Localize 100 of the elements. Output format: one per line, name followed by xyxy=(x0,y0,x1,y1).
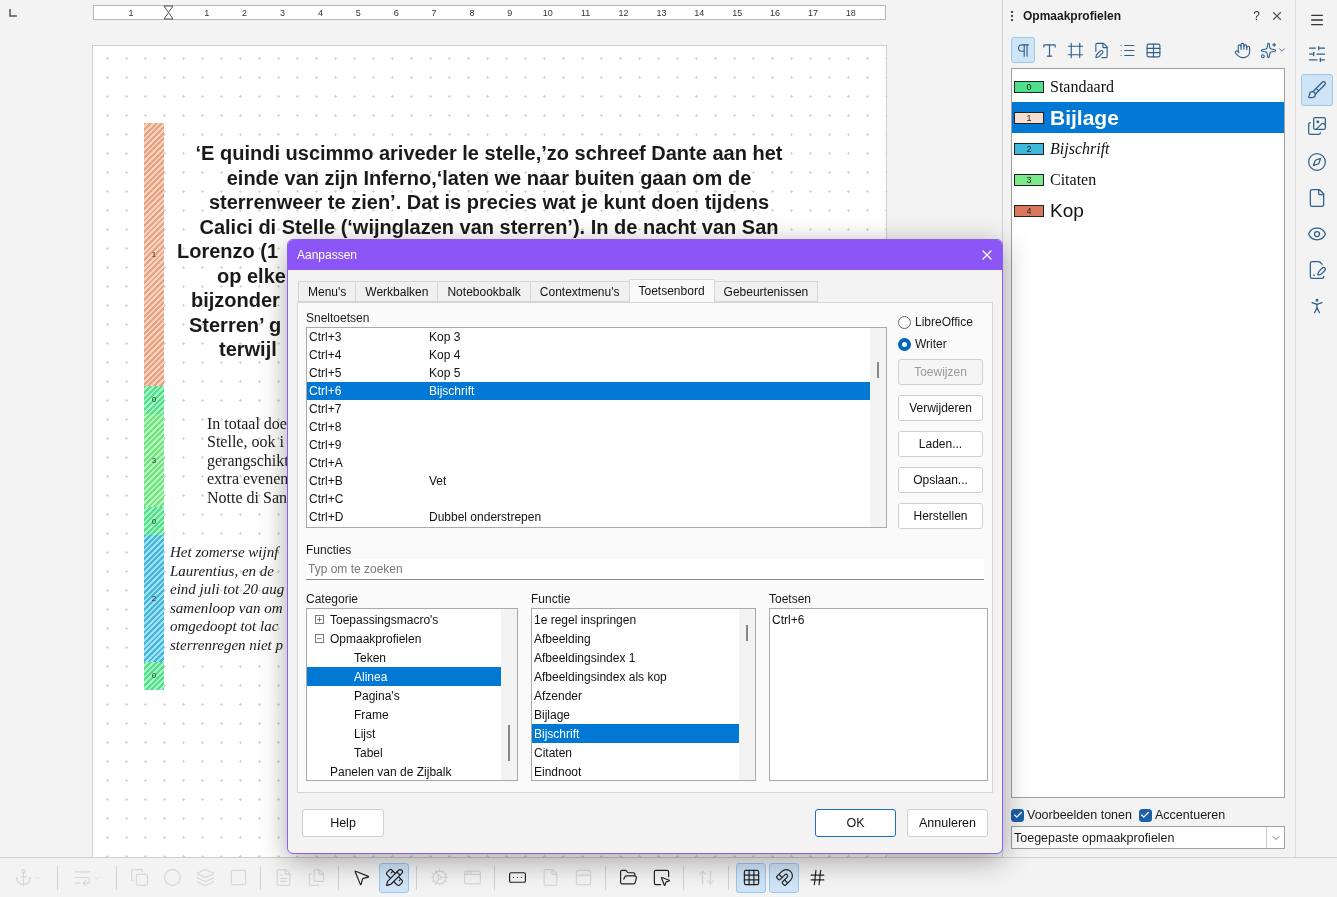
tree-item[interactable]: Toepassingsmacro's xyxy=(307,610,501,629)
tab[interactable]: Contextmenu's xyxy=(529,281,630,302)
action-button[interactable]: Herstellen xyxy=(898,503,983,529)
paragraph-line: omgedoopt tot lac xyxy=(170,617,279,636)
shortcut-row[interactable]: Ctrl+C xyxy=(307,490,870,508)
function-item[interactable]: Bijlage xyxy=(532,705,739,724)
tab[interactable]: Menu's xyxy=(298,281,357,302)
style-item[interactable]: 1 Bijlage xyxy=(1012,102,1284,133)
ruler-number: 12 xyxy=(617,7,630,18)
tree-item[interactable]: Opmaakprofielen xyxy=(307,629,501,648)
key-item[interactable]: Ctrl+6 xyxy=(770,610,970,629)
tree-item[interactable]: Tabel xyxy=(307,743,501,762)
style-item[interactable]: 3 Citaten xyxy=(1012,164,1284,195)
search-field[interactable]: Typ om te zoeken xyxy=(306,559,984,580)
hand-icon xyxy=(1233,41,1251,59)
function-item[interactable]: Afbeelding xyxy=(532,629,739,648)
function-item[interactable]: Afbeeldingsindex als kop xyxy=(532,667,739,686)
ruler-number: 1 xyxy=(127,7,135,18)
shortcut-row[interactable]: Ctrl+5 Kop 5 xyxy=(307,364,870,382)
function-item[interactable]: Bijschrift xyxy=(532,724,739,743)
deck-tab[interactable] xyxy=(1300,74,1333,106)
paragraph-line: terwijl xyxy=(219,337,277,362)
tab[interactable]: Gebeurtenissen xyxy=(713,281,819,302)
checkbox[interactable] xyxy=(1011,808,1024,822)
shortcut-row[interactable]: Ctrl+D Dubbel onderstrepen xyxy=(307,508,870,526)
tree-item[interactable]: Panelen van de Zijbalk xyxy=(307,762,501,780)
tree-item[interactable]: Frame xyxy=(307,705,501,724)
paragraph-line: ‘E quindi uscimmo ariveder le stelle,’zo schreef Dante aan het xyxy=(195,141,783,166)
style-family-button[interactable] xyxy=(1011,37,1035,63)
list-label: Toetsen xyxy=(769,592,813,608)
tree-item[interactable]: Teken xyxy=(307,648,501,667)
checkbox-label: Voorbeelden tonen xyxy=(1027,808,1132,822)
scrollbar[interactable] xyxy=(870,328,886,527)
shortcut-row[interactable]: Ctrl+7 xyxy=(307,400,870,418)
ruler-number: 16 xyxy=(769,7,782,18)
indent-marker-icon[interactable] xyxy=(163,5,175,20)
action-button[interactable]: Laden... xyxy=(898,431,983,457)
ruler-number: 7 xyxy=(430,7,438,18)
list-label: Sneltoetsen xyxy=(306,311,371,327)
style-badge: 0 xyxy=(1014,80,1044,93)
function-item[interactable]: Eindnoot xyxy=(532,762,739,780)
style-badge: 3 xyxy=(1014,173,1044,186)
toolbar-button[interactable] xyxy=(736,862,766,893)
filter-dropdown[interactable]: Toegepaste opmaakprofielen xyxy=(1011,826,1285,849)
list-label: Functie xyxy=(531,592,572,608)
function-item[interactable]: Afbeeldingsindex 1 xyxy=(532,648,739,667)
paragraph-line: Sterren’ g xyxy=(189,312,282,337)
dialog-button[interactable]: Help xyxy=(302,809,384,837)
field-label: Functies xyxy=(306,543,353,559)
style-item[interactable]: 0 Standaard xyxy=(1012,71,1284,102)
checkbox[interactable] xyxy=(1138,808,1152,822)
list-label: Categorie xyxy=(306,592,360,608)
tree-item[interactable]: Alinea xyxy=(307,667,501,686)
page-pen-icon xyxy=(1092,41,1110,59)
sliders-icon xyxy=(1306,44,1327,64)
tab-stop-icon[interactable] xyxy=(9,8,17,17)
shortcut-row[interactable]: Ctrl+3 Kop 3 xyxy=(307,328,870,346)
dialog-button[interactable]: OK xyxy=(815,809,896,837)
expand-icon[interactable] xyxy=(315,615,324,624)
ruler-number: 18 xyxy=(844,7,857,18)
dialog-button[interactable]: Annuleren xyxy=(907,809,988,837)
shortcut-row[interactable]: Ctrl+6 Bijschrift xyxy=(307,382,870,400)
shortcut-row[interactable]: Ctrl+4 Kop 4 xyxy=(307,346,870,364)
style-item[interactable]: 4 Kop xyxy=(1012,195,1284,226)
tab[interactable]: Werkbalken xyxy=(355,281,439,302)
toolbar-button[interactable] xyxy=(769,862,799,893)
paragraph-line: Het zomerse wijnf xyxy=(170,543,279,562)
help-button[interactable]: ? xyxy=(1247,9,1266,23)
tab[interactable]: Toetsenbord xyxy=(628,279,715,302)
ruler-number: 1 xyxy=(203,7,211,18)
shortcut-row[interactable]: Ctrl+9 xyxy=(307,436,870,454)
action-button[interactable]: Opslaan... xyxy=(898,467,983,493)
menu-icon[interactable] xyxy=(1308,12,1325,28)
close-icon[interactable] xyxy=(1270,9,1284,23)
shortcut-row[interactable]: Ctrl+A xyxy=(307,454,870,472)
ruler-number: 14 xyxy=(693,7,706,18)
toolbar-button[interactable] xyxy=(379,862,409,893)
paragraph-line: op elke xyxy=(217,263,286,288)
function-item[interactable]: Afzender xyxy=(532,686,739,705)
action-button[interactable]: Verwijderen xyxy=(898,395,983,421)
style-item[interactable]: 2 Bijschrift xyxy=(1012,133,1284,164)
paragraph-line: sterrenweer te zien’. Dat is precies wat je kunt doen tijdens xyxy=(208,190,770,215)
ruler[interactable]: 1 1 2 3 4 5 6 7 8 9 10 11 12 13 14 15 16 17 18 xyxy=(93,5,886,20)
shortcut-row[interactable]: Ctrl+B Vet xyxy=(307,472,870,490)
tree-item[interactable]: Lijst xyxy=(307,724,501,743)
tab[interactable]: Notebookbalk xyxy=(437,281,531,302)
radio-option[interactable]: Writer xyxy=(898,333,984,355)
scrollbar[interactable] xyxy=(739,609,755,780)
tree-item[interactable]: Pagina's xyxy=(307,686,501,705)
radio-option[interactable]: LibreOffice xyxy=(898,311,984,333)
ruler-number: 11 xyxy=(579,7,592,18)
paragraph-line: sterrenregen niet p xyxy=(170,635,284,654)
style-badge: 4 xyxy=(1014,204,1044,217)
shortcut-row[interactable]: Ctrl+8 xyxy=(307,418,870,436)
collapse-icon[interactable] xyxy=(315,634,324,643)
function-item[interactable]: 1e regel inspringen xyxy=(532,610,739,629)
scrollbar[interactable] xyxy=(501,609,517,780)
paragraph-line: einde van zijn Inferno,‘laten we naar buiten gaan om de xyxy=(226,165,752,190)
function-item[interactable]: Citaten xyxy=(532,743,739,762)
paragraph-line: Calici di Stelle (‘wijnglazen van sterren’). In de nacht van San xyxy=(199,214,779,239)
